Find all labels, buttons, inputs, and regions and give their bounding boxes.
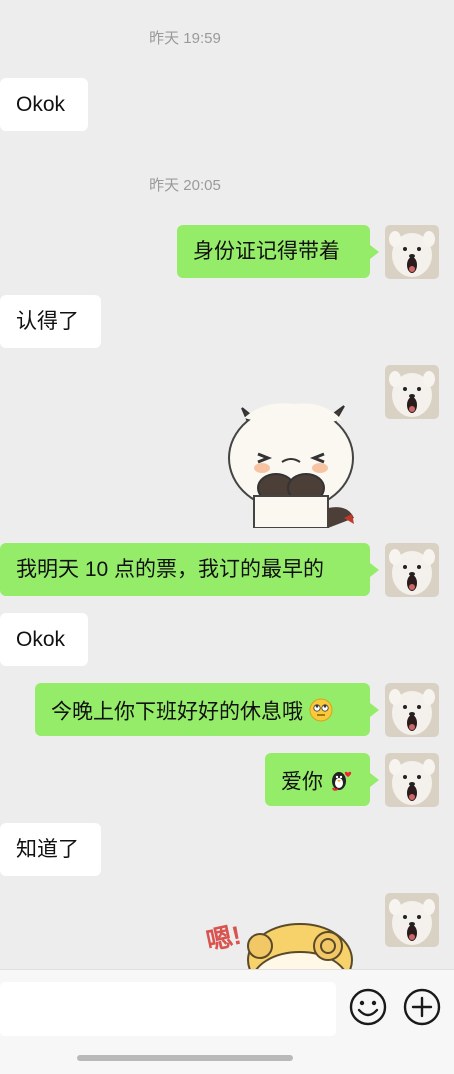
dog-avatar-icon xyxy=(385,753,439,807)
avatar[interactable] xyxy=(385,225,439,279)
message-bubble-received[interactable]: Okok xyxy=(0,613,88,666)
message-text: 今晚上你下班好好的休息哦 xyxy=(51,700,303,724)
message-text: 身份证记得带着 xyxy=(193,240,340,263)
add-button[interactable] xyxy=(402,987,442,1027)
dog-avatar-icon xyxy=(385,365,439,419)
avatar[interactable] xyxy=(385,365,439,419)
dog-avatar-icon xyxy=(385,893,439,947)
message-bubble-sent[interactable]: 身份证记得带着 xyxy=(177,225,379,278)
home-indicator[interactable] xyxy=(77,1055,293,1061)
avatar[interactable] xyxy=(385,683,439,737)
timestamp: 昨天 20:05 xyxy=(149,177,221,194)
message-bubble-sent[interactable]: 今晚上你下班好好的休息哦 xyxy=(35,683,379,736)
message-bubble-sent[interactable]: 爱你 xyxy=(265,753,379,806)
avatar[interactable] xyxy=(385,893,439,947)
input-bar xyxy=(0,969,454,1074)
message-bubble-received[interactable]: 知道了 xyxy=(0,823,101,876)
message-text: 认得了 xyxy=(16,310,79,333)
message-text: 知道了 xyxy=(16,838,79,861)
penguin-love-emoji-icon xyxy=(329,768,353,798)
message-text: 爱你 xyxy=(281,770,323,794)
dog-avatar-icon xyxy=(385,543,439,597)
dog-avatar-icon xyxy=(385,225,439,279)
plus-circle-icon xyxy=(403,988,441,1026)
emoji-button[interactable] xyxy=(348,987,388,1027)
message-text: 我明天 10 点的票，我订的最早的 xyxy=(16,558,325,581)
message-input[interactable] xyxy=(0,982,336,1036)
message-bubble-received[interactable]: 认得了 xyxy=(0,295,101,348)
dog-avatar-icon xyxy=(385,683,439,737)
message-text: Okok xyxy=(16,628,66,651)
cat-sticker-icon xyxy=(228,403,354,529)
message-bubble-sent[interactable]: 我明天 10 点的票，我订的最早的 xyxy=(0,543,379,596)
avatar[interactable] xyxy=(385,753,439,807)
message-text: Okok xyxy=(16,93,66,116)
cat-sticker[interactable] xyxy=(224,396,358,529)
message-bubble-received[interactable]: Okok xyxy=(0,78,88,131)
sheep-sticker[interactable]: 嗯! xyxy=(202,912,362,969)
timestamp: 昨天 19:59 xyxy=(149,30,221,47)
smiley-icon xyxy=(349,988,387,1026)
avatar[interactable] xyxy=(385,543,439,597)
eye-roll-emoji-icon xyxy=(309,698,333,728)
sheep-sticker-icon xyxy=(247,923,353,969)
